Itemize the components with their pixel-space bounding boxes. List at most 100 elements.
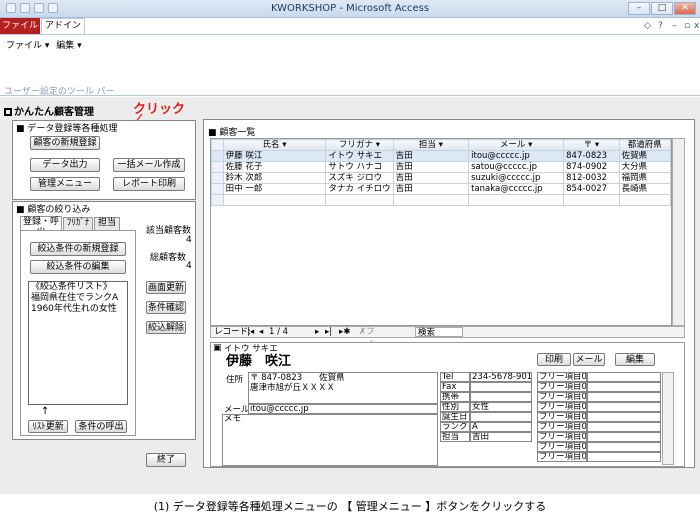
table-row[interactable] (211, 194, 671, 206)
edit-button[interactable]: 編集 (615, 353, 655, 366)
table-cell[interactable]: 812-0032 (563, 172, 620, 184)
table-cell[interactable]: イトウ サキエ (325, 150, 394, 162)
gender-field[interactable]: 女性 (470, 402, 532, 412)
row-selector[interactable] (211, 161, 224, 173)
customer-datasheet[interactable]: 氏名 ▾ フリガナ ▾ 担当 ▾ メール ▾ 〒 ▾ 都道府県 伊藤 咲江 イト… (210, 138, 672, 326)
exit-button[interactable]: 終了 (146, 453, 186, 467)
close-button[interactable]: ✕ (674, 2, 696, 15)
addin-tab[interactable]: アドイン (41, 18, 85, 34)
table-cell[interactable]: 長崎県 (618, 183, 671, 195)
check-condition-button[interactable]: 条件確認 (146, 301, 186, 314)
column-header[interactable]: 都道府県 (618, 139, 671, 151)
bulk-mail-button[interactable]: 一括メール作成 (113, 158, 185, 172)
menu-file[interactable]: ファイル ▾ (6, 41, 49, 51)
previous-record-button[interactable]: ◂ (259, 327, 263, 338)
edit-filter-condition-button[interactable]: 絞込条件の編集 (30, 260, 126, 274)
clear-filter-button[interactable]: 絞込解除 (146, 321, 186, 334)
minimize-ribbon-icon[interactable]: ◇ (644, 21, 651, 31)
row-selector[interactable] (211, 183, 224, 195)
new-record-button[interactable]: ▸✱ (339, 327, 350, 338)
mail-button[interactable]: メール (573, 353, 605, 366)
fax-field[interactable] (470, 382, 532, 392)
column-header[interactable]: フリガナ ▾ (325, 139, 394, 151)
table-row[interactable]: 伊藤 咲江 イトウ サキエ 吉田 itou@ccccc.jp 847-0823 … (211, 150, 671, 162)
birthday-field[interactable] (470, 412, 532, 422)
table-cell[interactable]: itou@ccccc.jp (468, 150, 565, 162)
table-cell[interactable]: suzuki@ccccc.jp (468, 172, 565, 184)
help-icon[interactable]: ? (658, 21, 663, 31)
table-cell[interactable]: 854-0027 (563, 183, 620, 195)
call-condition-button[interactable]: 条件の呼出 (75, 420, 127, 433)
table-row[interactable]: 佐藤 花子 サトウ ハナコ 吉田 satou@ccccc.jp 874-0902… (211, 161, 671, 173)
table-cell[interactable]: 福岡県 (618, 172, 671, 184)
window-restore-icon[interactable]: ▫ (684, 21, 690, 31)
tab-staff[interactable]: 担当 (94, 217, 120, 230)
data-export-button[interactable]: データ出力 (30, 158, 100, 172)
row-selector[interactable] (211, 150, 224, 162)
rank-field[interactable]: A (470, 422, 532, 432)
table-cell[interactable]: 佐藤 花子 (222, 161, 327, 173)
window-minimize-icon[interactable]: – (672, 21, 677, 31)
free-item-field[interactable] (587, 412, 661, 422)
table-cell[interactable]: サトウ ハナコ (325, 161, 394, 173)
table-cell[interactable]: 吉田 (392, 172, 470, 184)
address-field[interactable]: 〒 847-0823 佐賀県 唐津市旭が丘ＸＸＸＸ (248, 372, 438, 404)
print-button[interactable]: 印刷 (537, 353, 571, 366)
row-selector[interactable] (211, 172, 224, 184)
column-header[interactable]: 氏名 ▾ (222, 139, 327, 151)
free-item-field[interactable] (587, 372, 661, 382)
table-cell[interactable]: 伊藤 咲江 (222, 150, 327, 162)
record-position-input[interactable]: 1 / 4 (269, 327, 288, 338)
mail-field[interactable]: itou@ccccc.jp (248, 404, 438, 414)
filter-status-button[interactable]: ✗ フィルターなし (359, 327, 375, 403)
mobile-field[interactable] (470, 392, 532, 402)
window-close-icon[interactable]: x (694, 21, 699, 31)
table-row[interactable]: 鈴木 次郎 スズキ ジロウ 吉田 suzuki@ccccc.jp 812-003… (211, 172, 671, 184)
menu-edit[interactable]: 編集 ▾ (56, 41, 81, 51)
table-cell[interactable]: 吉田 (392, 150, 470, 162)
column-header[interactable]: メール ▾ (468, 139, 565, 151)
detail-scrollbar[interactable] (662, 372, 674, 465)
report-print-button[interactable]: レポート印刷 (113, 177, 185, 191)
minimize-button[interactable]: – (628, 2, 650, 15)
free-item-field[interactable] (587, 382, 661, 392)
table-cell[interactable]: 田中 一郎 (222, 183, 327, 195)
tel-field[interactable]: 234-5678-9012 (470, 372, 532, 382)
search-input[interactable]: 検索 (415, 327, 463, 338)
column-header[interactable]: 担当 ▾ (392, 139, 470, 151)
free-item-field[interactable] (587, 432, 661, 442)
refresh-screen-button[interactable]: 画面更新 (146, 281, 186, 294)
list-item[interactable]: 1960年代生れの女性 (29, 304, 127, 315)
staff-field[interactable]: 吉田 (470, 432, 532, 442)
column-header[interactable]: 〒 ▾ (563, 139, 620, 151)
table-cell[interactable]: 吉田 (392, 161, 470, 173)
free-item-field[interactable] (587, 442, 661, 452)
row-selector[interactable] (211, 194, 224, 206)
table-cell[interactable]: satou@ccccc.jp (468, 161, 565, 173)
free-item-field[interactable] (587, 422, 661, 432)
last-record-button[interactable]: ▸| (325, 327, 332, 338)
free-item-field[interactable] (587, 392, 661, 402)
table-cell[interactable]: tanaka@ccccc.jp (468, 183, 565, 195)
select-all-cell[interactable] (211, 139, 224, 151)
file-tab[interactable]: ファイル (0, 18, 40, 34)
list-item[interactable]: 福岡県在住でランクA (29, 293, 127, 304)
tab-furigana[interactable]: ﾌﾘｶﾞﾅ (63, 217, 93, 230)
table-cell[interactable]: スズキ ジロウ (325, 172, 394, 184)
table-cell[interactable]: 874-0902 (563, 161, 620, 173)
first-record-button[interactable]: |◂ (247, 327, 254, 338)
new-filter-condition-button[interactable]: 絞込条件の新規登録 (30, 242, 126, 256)
table-cell[interactable]: 鈴木 次郎 (222, 172, 327, 184)
table-cell[interactable]: タナカ イチロウ (325, 183, 394, 195)
free-item-field[interactable] (587, 452, 661, 462)
table-cell[interactable]: 吉田 (392, 183, 470, 195)
filter-condition-list[interactable]: 《絞込条件リスト》 福岡県在住でランクA 1960年代生れの女性 (28, 281, 128, 405)
admin-menu-button[interactable]: 管理メニュー (30, 177, 100, 191)
table-cell[interactable]: 847-0823 (563, 150, 620, 162)
table-cell[interactable]: 大分県 (618, 161, 671, 173)
new-customer-button[interactable]: 顧客の新規登録 (30, 136, 100, 150)
refresh-list-button[interactable]: ﾘｽﾄ更新 (28, 420, 68, 433)
maximize-button[interactable]: □ (651, 2, 673, 15)
next-record-button[interactable]: ▸ (315, 327, 319, 338)
free-item-field[interactable] (587, 402, 661, 412)
